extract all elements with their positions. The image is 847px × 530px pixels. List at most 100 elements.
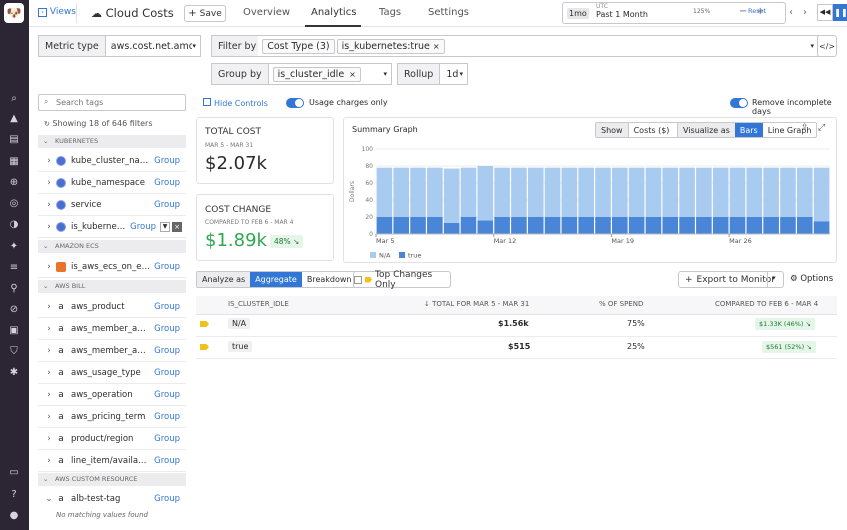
sidebar-item-aws-pricing-term[interactable]: › a aws_pricing_term Group <box>38 406 186 428</box>
search-icon[interactable]: ⌕ <box>7 92 21 106</box>
chevron-down-icon[interactable]: ▾ <box>810 42 814 50</box>
views-toggle[interactable]: › Views <box>38 7 76 17</box>
monitors-icon[interactable]: ◎ <box>7 197 21 211</box>
network-icon[interactable]: ⚲ <box>7 282 21 296</box>
filter-chip-is-kubernetes[interactable]: is_kubernetes:true × <box>336 38 445 54</box>
group-link[interactable]: Group <box>154 434 180 444</box>
synthetics-icon[interactable]: ⊘ <box>7 303 21 317</box>
apm-icon[interactable]: ◑ <box>7 218 21 232</box>
help-icon[interactable]: ? <box>7 488 21 502</box>
usage-charges-toggle[interactable] <box>286 98 304 108</box>
metric-type-value: aws.cost.net.amor... <box>110 40 193 52</box>
sidebar-item-aws-usage-type[interactable]: › a aws_usage_type Group <box>38 362 186 384</box>
chat-icon[interactable]: ▭ <box>7 466 21 480</box>
group-link[interactable]: Group <box>154 200 180 210</box>
group-link[interactable]: Group <box>154 494 180 504</box>
hide-controls-button[interactable]: Hide Controls <box>203 98 268 108</box>
column-header-compared[interactable]: COMPARED TO FEB 6 - MAR 4 <box>715 300 818 308</box>
section-amazon-ecs[interactable]: ⌄ AMAZON ECS <box>38 240 186 253</box>
sidebar-item-is-aws-ecs-on-ec2[interactable]: › is_aws_ecs_on_ec2 Group <box>38 256 186 278</box>
aws-icon: a <box>58 433 64 444</box>
show-select[interactable]: Show Costs ($) ▾ <box>595 122 690 138</box>
group-link[interactable]: Group <box>154 412 180 422</box>
sidebar-item-aws-product[interactable]: › a aws_product Group <box>38 296 186 318</box>
chevron-down-icon[interactable]: ▾ <box>772 274 776 282</box>
analyze-as-toggle[interactable]: Analyze as Aggregate Breakdown <box>196 271 358 288</box>
section-aws-custom-resource[interactable]: ⌄ AWS CUSTOM RESOURCE <box>38 473 186 486</box>
group-chip-is-cluster-idle[interactable]: is_cluster_idle × <box>272 66 361 82</box>
tab-settings[interactable]: Settings <box>428 7 469 18</box>
sidebar-item-aws-member-account-1[interactable]: › a aws_member_acco... Group <box>38 318 186 340</box>
column-header-group[interactable]: IS_CLUSTER_IDLE <box>228 300 289 308</box>
back-arrow-icon[interactable]: ‹ <box>789 4 803 21</box>
forward-arrow-icon[interactable]: › <box>803 4 817 21</box>
export-monitor-button[interactable]: + Export to Monitor <box>678 271 784 288</box>
close-icon[interactable]: × <box>433 42 440 51</box>
logs-icon[interactable]: ≡ <box>7 261 21 275</box>
sidebar-item-kube-cluster-name[interactable]: › kube_cluster_name Group <box>38 150 186 172</box>
reset-button[interactable]: Reset <box>748 7 766 15</box>
sidebar-item-kube-namespace[interactable]: › kube_namespace Group <box>38 172 186 194</box>
search-tags-input[interactable] <box>56 96 181 109</box>
visualize-toggle[interactable]: Visualize as Bars Line Graph <box>677 122 818 138</box>
group-link[interactable]: Group <box>154 324 180 334</box>
breakdown-option[interactable]: Breakdown <box>302 272 357 287</box>
visualize-label: Visualize as <box>678 123 735 137</box>
group-link[interactable]: Group <box>130 222 156 232</box>
group-link[interactable]: Group <box>154 390 180 400</box>
share-icon[interactable]: ⇪ <box>801 123 809 133</box>
tab-analytics[interactable]: Analytics <box>311 7 356 18</box>
remove-incomplete-toggle[interactable] <box>730 98 748 108</box>
rum-icon[interactable]: ▣ <box>7 324 21 338</box>
top-changes-toggle[interactable]: Top Changes Only <box>353 270 451 290</box>
group-link[interactable]: Group <box>154 178 180 188</box>
group-link[interactable]: Group <box>154 302 180 312</box>
zoom-out-icon[interactable]: − <box>739 6 747 17</box>
rewind-icon[interactable]: ◀◀ <box>817 4 833 21</box>
sidebar-item-is-kubernetes[interactable]: › is_kubernetes Group ▼ × <box>38 216 186 238</box>
group-by-field[interactable]: Group by is_cluster_idle × ▾ <box>211 63 392 85</box>
code-toggle-icon[interactable]: </> <box>817 35 837 57</box>
settings-icon[interactable]: ✱ <box>7 366 21 380</box>
infrastructure-icon[interactable]: ⊕ <box>7 176 21 190</box>
chevron-down-icon[interactable]: ▾ <box>383 70 387 78</box>
sidebar-item-line-item-availability[interactable]: › a line_item/availabilit... Group <box>38 450 186 472</box>
group-link[interactable]: Group <box>154 346 180 356</box>
save-button[interactable]: + Save <box>184 5 226 22</box>
user-icon[interactable]: ● <box>7 509 21 523</box>
filter-by-field[interactable]: Filter by Cost Type (3) is_kubernetes:tr… <box>211 35 819 57</box>
integrations-icon[interactable]: ✦ <box>7 240 21 254</box>
watchdog-icon[interactable]: ▲ <box>7 112 21 126</box>
security-icon[interactable]: ⛉ <box>7 345 21 359</box>
group-link[interactable]: Group <box>154 156 180 166</box>
bars-option[interactable]: Bars <box>734 123 763 137</box>
column-header-total[interactable]: ↓ TOTAL FOR MAR 5 - MAR 31 <box>424 300 529 308</box>
close-icon[interactable]: × <box>349 70 356 79</box>
aggregate-option[interactable]: Aggregate <box>250 272 302 287</box>
sidebar-item-alb-test-tag[interactable]: ⌄ a alb-test-tag Group <box>38 488 186 510</box>
section-kubernetes[interactable]: ⌄ KUBERNETES <box>38 135 186 148</box>
sidebar-item-aws-operation[interactable]: › a aws_operation Group <box>38 384 186 406</box>
tag-search[interactable]: ⌕ <box>38 94 186 111</box>
metric-type-field[interactable]: Metric type aws.cost.net.amor... ▾ <box>38 35 201 57</box>
sidebar-item-aws-member-account-2[interactable]: › a aws_member_acco... Group <box>38 340 186 362</box>
rollup-field[interactable]: Rollup 1d ▾ <box>397 63 468 85</box>
group-link[interactable]: Group <box>154 368 180 378</box>
datadog-logo-icon[interactable]: 🐶 <box>4 3 24 23</box>
filter-chip-cost-type[interactable]: Cost Type (3) <box>262 38 335 54</box>
sidebar-item-service[interactable]: › service Group <box>38 194 186 216</box>
options-button[interactable]: ⚙ Options <box>790 274 833 284</box>
pause-icon[interactable]: ❚❚ <box>833 4 847 21</box>
section-aws-bill[interactable]: ⌄ AWS BILL <box>38 280 186 293</box>
tab-overview[interactable]: Overview <box>243 7 290 18</box>
sidebar-item-product-region[interactable]: › a product/region Group <box>38 428 186 450</box>
events-icon[interactable]: ▤ <box>7 133 21 147</box>
tab-tags[interactable]: Tags <box>379 7 401 18</box>
filter-icon[interactable]: ▼ <box>160 221 170 232</box>
dashboards-icon[interactable]: ▦ <box>7 155 21 169</box>
column-header-spend[interactable]: % OF SPEND <box>599 300 643 308</box>
exclude-icon[interactable]: × <box>172 221 182 232</box>
group-link[interactable]: Group <box>154 262 180 272</box>
expand-icon[interactable]: ⤢ <box>818 123 825 133</box>
group-link[interactable]: Group <box>154 456 180 466</box>
